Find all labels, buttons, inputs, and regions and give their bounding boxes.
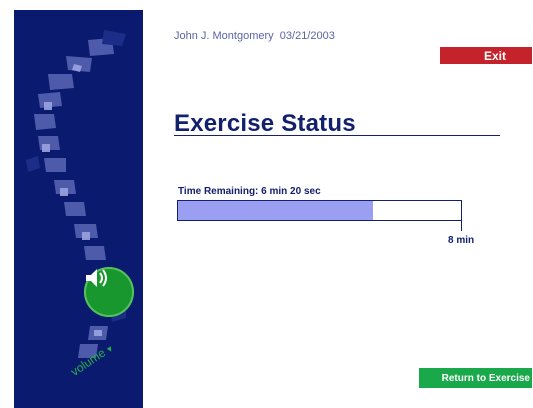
sidebar: volume▼ xyxy=(14,10,143,408)
session-date: 03/21/2003 xyxy=(279,30,335,42)
time-progress-fill xyxy=(178,201,374,220)
page-title: Exercise Status xyxy=(174,110,356,137)
vertebrae-decoration xyxy=(26,30,126,358)
progress-end-label: 8 min xyxy=(448,235,475,246)
user-name: John J. Montgomery xyxy=(174,30,274,42)
return-to-exercise-button[interactable]: Return to Exercise xyxy=(419,368,532,388)
progress-end-tick xyxy=(461,221,462,231)
speaker-icon xyxy=(86,269,107,287)
exit-button[interactable]: Exit xyxy=(440,47,532,64)
speaker-button[interactable] xyxy=(84,267,134,317)
user-info: John J. Montgomery 03/21/2003 xyxy=(174,30,335,42)
time-remaining-label: Time Remaining: 6 min 20 sec xyxy=(178,186,321,197)
title-divider xyxy=(174,135,500,136)
time-progress-bar xyxy=(177,200,462,221)
